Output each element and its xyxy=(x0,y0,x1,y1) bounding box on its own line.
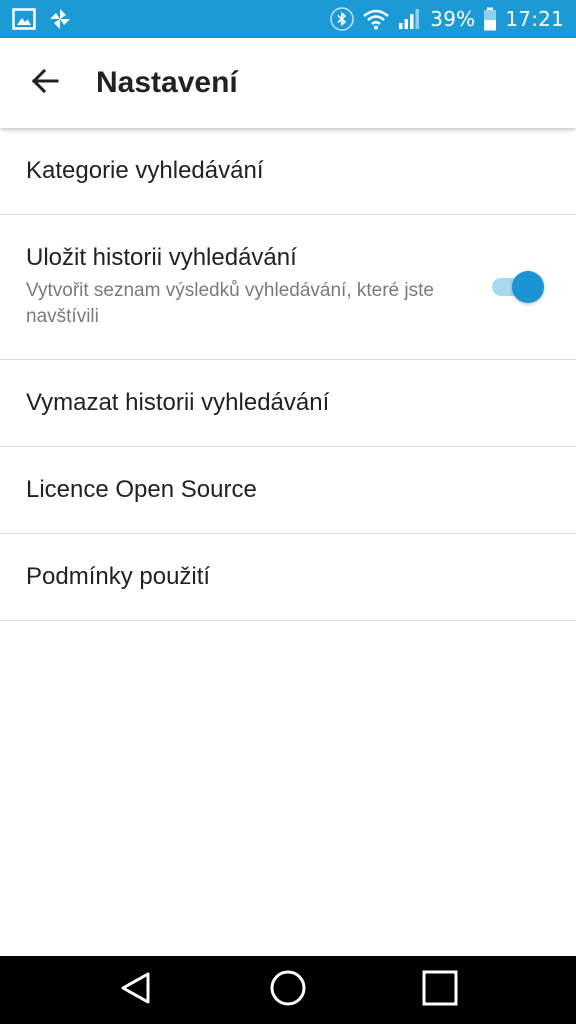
search-categories-title: Kategorie vyhledávání xyxy=(26,157,264,184)
save-history-toggle[interactable] xyxy=(490,271,544,303)
terms-of-use-item[interactable]: Podmínky použití xyxy=(0,534,576,621)
gallery-icon xyxy=(12,8,36,30)
battery-icon xyxy=(483,7,497,31)
settings-list: Kategorie vyhledávání Uložit historii vy… xyxy=(0,128,576,621)
clear-history-item[interactable]: Vymazat historii vyhledávání xyxy=(0,360,576,447)
clock: 17:21 xyxy=(505,7,564,31)
search-categories-item[interactable]: Kategorie vyhledávání xyxy=(0,128,576,215)
navigation-bar xyxy=(0,956,576,1024)
page-title: Nastavení xyxy=(96,66,238,99)
wifi-icon xyxy=(362,8,390,30)
back-button[interactable] xyxy=(0,38,90,128)
cell-signal-icon xyxy=(398,8,422,30)
nav-home-icon xyxy=(269,969,307,1012)
open-source-licenses-title: Licence Open Source xyxy=(26,476,257,503)
bluetooth-icon xyxy=(330,7,355,31)
nav-back-icon xyxy=(118,970,154,1011)
app-bar: Nastavení xyxy=(0,38,576,128)
status-bar-right: 39% 17:21 xyxy=(330,7,564,31)
open-source-licenses-item[interactable]: Licence Open Source xyxy=(0,447,576,534)
nav-back-button[interactable] xyxy=(96,956,176,1024)
back-arrow-icon xyxy=(30,66,60,101)
settings-screen: 39% 17:21 Nastavení Kategorie vyhledáván… xyxy=(0,0,576,1024)
save-history-item[interactable]: Uložit historii vyhledávání Vytvořit sez… xyxy=(0,215,576,360)
nav-home-button[interactable] xyxy=(248,956,328,1024)
pinwheel-app-icon xyxy=(48,7,72,31)
nav-recents-icon xyxy=(422,970,458,1011)
status-bar-left xyxy=(12,7,72,31)
clear-history-title: Vymazat historii vyhledávání xyxy=(26,389,330,416)
toggle-thumb xyxy=(512,271,544,303)
save-history-summary: Vytvořit seznam výsledků vyhledávání, kt… xyxy=(26,280,434,327)
save-history-text: Uložit historii vyhledávání Vytvořit sez… xyxy=(26,244,446,330)
terms-of-use-title: Podmínky použití xyxy=(26,563,211,590)
status-bar: 39% 17:21 xyxy=(0,0,576,38)
nav-recents-button[interactable] xyxy=(400,956,480,1024)
save-history-title: Uložit historii vyhledávání xyxy=(26,244,297,271)
battery-percentage: 39% xyxy=(430,7,476,31)
